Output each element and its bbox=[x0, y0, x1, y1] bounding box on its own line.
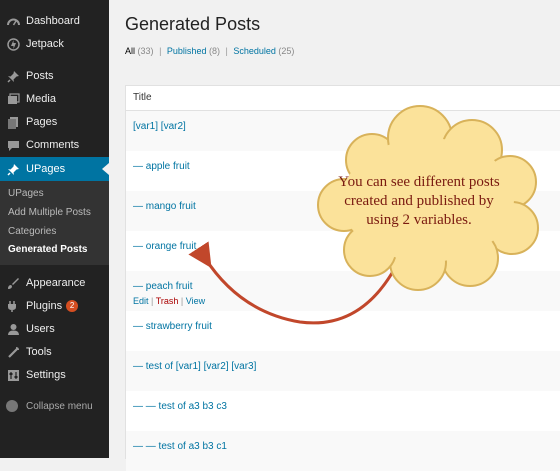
admin-sidebar: Dashboard Jetpack Posts Media Pages Comm… bbox=[0, 0, 109, 458]
update-count-badge: 2 bbox=[66, 300, 79, 312]
table-row: — peach fruit Edit | Trash | View bbox=[126, 271, 560, 311]
filter-separator: | bbox=[225, 46, 228, 56]
post-title-link[interactable]: — test of [var1] [var2] [var3] bbox=[133, 361, 256, 372]
menu-item-tools[interactable]: Tools bbox=[0, 341, 109, 363]
submenu-item-categories[interactable]: Categories bbox=[8, 226, 56, 237]
menu-item-label: Pages bbox=[26, 116, 58, 128]
post-title-link[interactable]: — peach fruit bbox=[133, 281, 192, 292]
filter-published[interactable]: Published bbox=[167, 46, 207, 56]
menu-item-settings[interactable]: Settings bbox=[0, 364, 109, 386]
settings-icon bbox=[6, 368, 20, 382]
post-title-link[interactable]: — — test of a3 b3 c3 bbox=[133, 401, 227, 412]
menu-item-jetpack[interactable]: Jetpack bbox=[0, 33, 109, 55]
table-row: — test of [var1] [var2] [var3] bbox=[126, 351, 560, 391]
upages-submenu: UPages Add Multiple Posts Categories Gen… bbox=[0, 181, 109, 265]
page-title: Generated Posts bbox=[125, 14, 261, 34]
menu-item-media[interactable]: Media bbox=[0, 88, 109, 110]
menu-item-pages[interactable]: Pages bbox=[0, 111, 109, 133]
user-icon bbox=[6, 322, 20, 336]
comment-icon bbox=[6, 138, 20, 152]
table-row: — — test of a3 b3 c3 bbox=[126, 391, 560, 431]
collapse-arrow-icon bbox=[6, 400, 18, 412]
menu-item-users[interactable]: Users bbox=[0, 318, 109, 340]
table-row: — — test of a3 b3 c1 bbox=[126, 431, 560, 471]
submenu-item-add-multiple-posts[interactable]: Add Multiple Posts bbox=[8, 207, 91, 218]
row-actions: Edit | Trash | View bbox=[133, 296, 205, 306]
post-title-link[interactable]: — — test of a3 b3 c1 bbox=[133, 441, 227, 452]
pin-icon bbox=[6, 69, 20, 83]
menu-item-comments[interactable]: Comments bbox=[0, 134, 109, 156]
pages-icon bbox=[6, 115, 20, 129]
wrench-icon bbox=[6, 345, 20, 359]
posts-table: Title [var1] [var2] — apple fruit — mang… bbox=[125, 85, 560, 471]
menu-item-plugins[interactable]: Plugins 2 bbox=[0, 295, 109, 317]
collapse-menu-button[interactable]: Collapse menu bbox=[6, 400, 93, 412]
edit-link[interactable]: Edit bbox=[133, 296, 149, 306]
view-link[interactable]: View bbox=[186, 296, 205, 306]
menu-item-label: UPages bbox=[26, 163, 66, 175]
active-indicator bbox=[102, 163, 109, 175]
plugin-icon bbox=[6, 299, 20, 313]
filter-all[interactable]: All bbox=[125, 46, 135, 56]
menu-item-label: Settings bbox=[26, 369, 66, 381]
table-row: — strawberry fruit bbox=[126, 311, 560, 351]
media-icon bbox=[6, 92, 20, 106]
filter-scheduled[interactable]: Scheduled bbox=[233, 46, 276, 56]
pin-icon bbox=[6, 162, 20, 176]
menu-item-label: Media bbox=[26, 93, 56, 105]
post-title-link[interactable]: — mango fruit bbox=[133, 201, 196, 212]
post-title-link[interactable]: — apple fruit bbox=[133, 161, 190, 172]
menu-item-appearance[interactable]: Appearance bbox=[0, 272, 109, 294]
menu-item-label: Tools bbox=[26, 346, 52, 358]
filter-all-count: (33) bbox=[137, 46, 154, 56]
callout-text: You can see different posts created and … bbox=[338, 174, 500, 228]
menu-item-dashboard[interactable]: Dashboard bbox=[0, 10, 109, 32]
menu-item-label: Appearance bbox=[26, 277, 86, 289]
filter-scheduled-count: (25) bbox=[278, 46, 295, 56]
table-row: [var1] [var2] bbox=[126, 111, 560, 151]
menu-item-upages[interactable]: UPages bbox=[0, 157, 109, 181]
submenu-item-generated-posts[interactable]: Generated Posts bbox=[8, 244, 87, 255]
filter-separator: | bbox=[159, 46, 162, 56]
table-header: Title bbox=[126, 86, 560, 111]
trash-link[interactable]: Trash bbox=[156, 296, 179, 306]
dashboard-icon bbox=[6, 14, 20, 28]
table-row: — orange fruit bbox=[126, 231, 560, 271]
post-title-link[interactable]: [var1] [var2] bbox=[133, 121, 186, 132]
menu-item-posts[interactable]: Posts bbox=[0, 65, 109, 87]
jetpack-icon bbox=[6, 37, 20, 51]
post-title-link[interactable]: — strawberry fruit bbox=[133, 321, 212, 332]
menu-item-label: Dashboard bbox=[26, 15, 80, 27]
column-title[interactable]: Title bbox=[133, 92, 152, 103]
post-title-link[interactable]: — orange fruit bbox=[133, 241, 196, 252]
filter-published-count: (8) bbox=[208, 46, 220, 56]
collapse-menu-label: Collapse menu bbox=[26, 400, 93, 412]
menu-item-label: Users bbox=[26, 323, 55, 335]
menu-item-label: Comments bbox=[26, 139, 80, 151]
status-filters: All (33) | Published (8) | Scheduled (25… bbox=[125, 46, 294, 56]
submenu-item-upages[interactable]: UPages bbox=[8, 188, 44, 199]
menu-item-label: Posts bbox=[26, 70, 54, 82]
menu-item-label: Jetpack bbox=[26, 38, 64, 50]
brush-icon bbox=[6, 276, 20, 290]
menu-item-label: Plugins bbox=[26, 300, 63, 312]
